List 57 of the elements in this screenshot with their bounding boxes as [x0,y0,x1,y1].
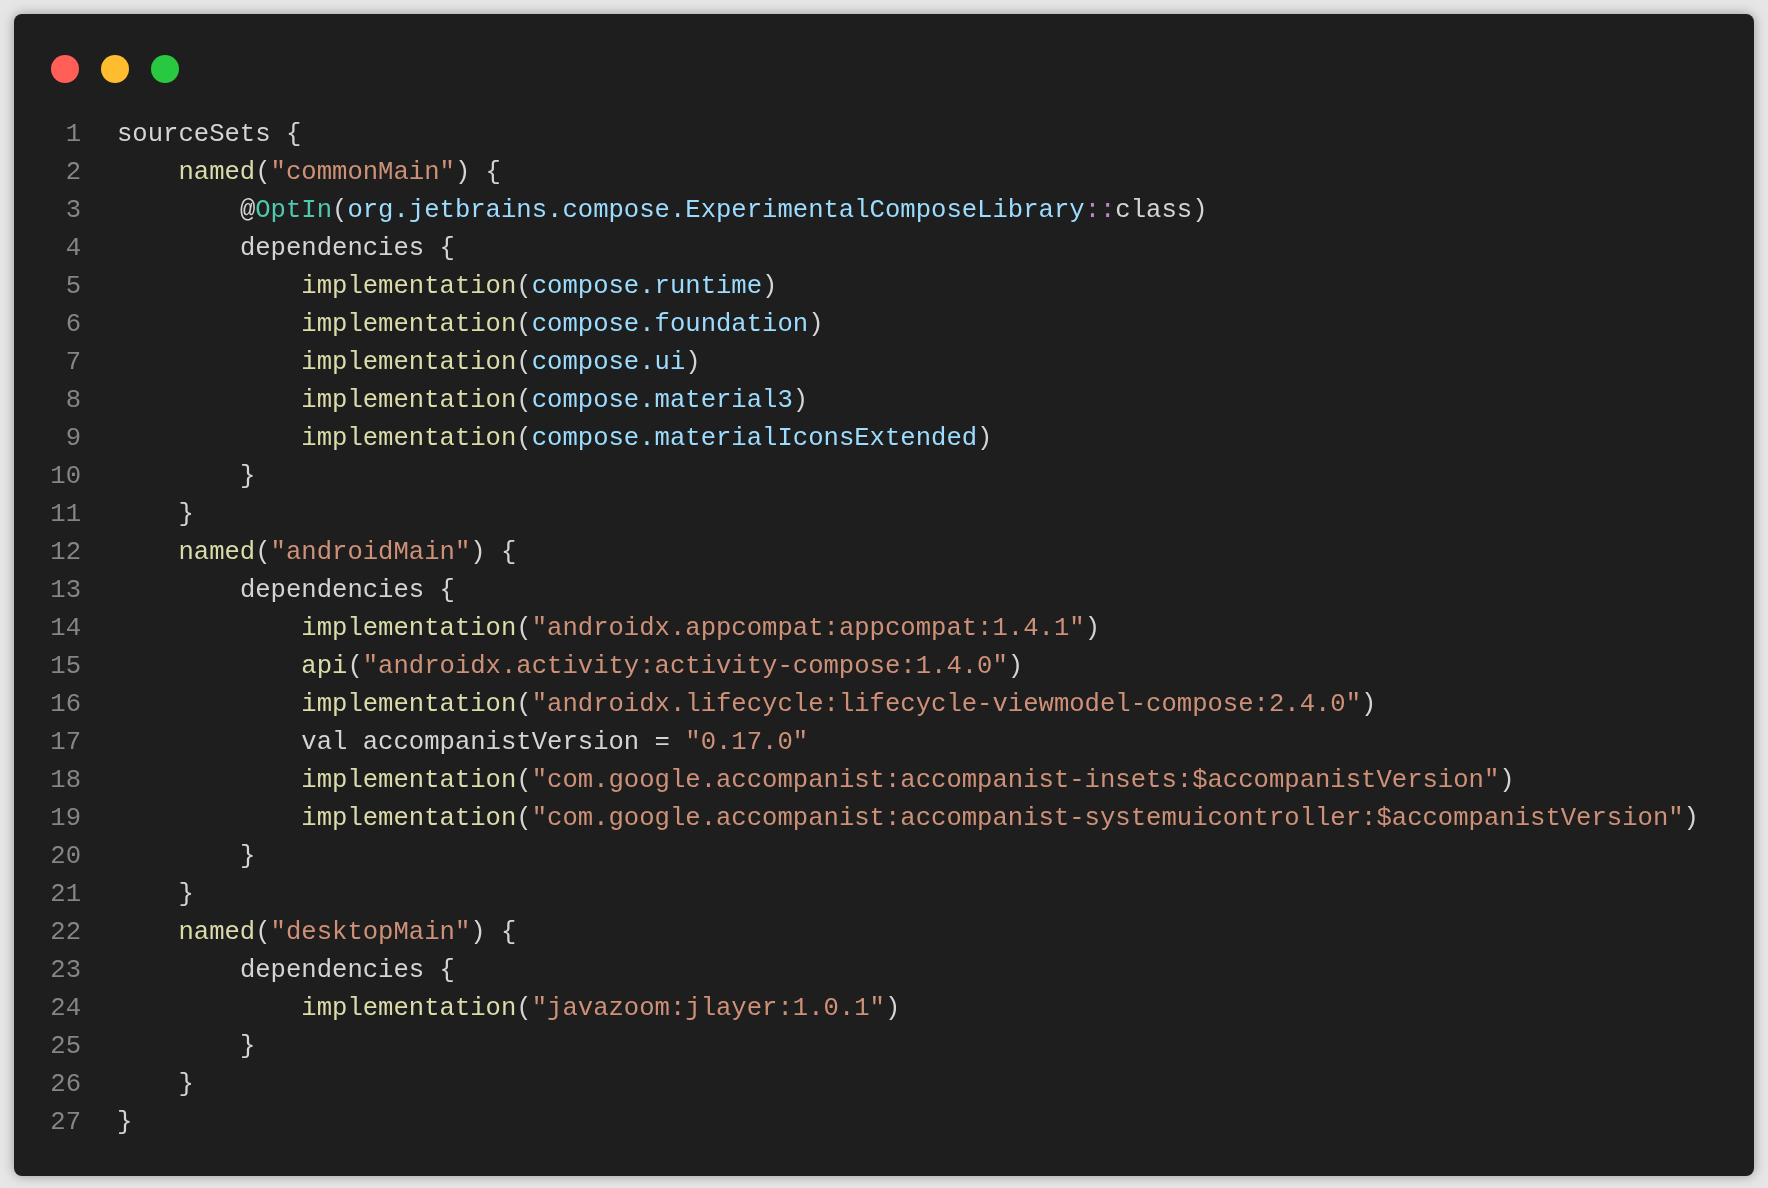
code-line: api("androidx.activity:activity-compose:1.4.0") [300,651,1024,683]
line-number: 21 [49,879,81,911]
code-line: @OptIn(org.jetbrains.compose.ExperimentalComposeLibrary::class) [238,195,1208,227]
line-number: 10 [49,461,81,493]
line-number: 12 [49,537,81,569]
line-number: 23 [49,955,81,987]
line-number: 5 [64,271,81,303]
code-line: implementation(compose.ui) [300,347,701,379]
code-line: implementation("com.google.accompanist:accompanist-insets:$accompanistVersion") [300,765,1515,797]
code-line: dependencies { [238,575,455,607]
line-number: 27 [49,1107,81,1139]
code-line: } [177,499,194,531]
line-number: 4 [64,233,81,265]
line-number: 8 [64,385,81,417]
code-line: implementation(compose.runtime) [300,271,778,303]
code-line: sourceSets { [117,119,302,151]
line-number: 17 [49,727,81,759]
close-button[interactable] [51,55,79,83]
line-number: 22 [49,917,81,949]
code-line: named("androidMain") { [177,537,517,569]
code-line: } [238,461,256,493]
line-number: 3 [64,195,81,227]
code-line: named("commonMain") { [177,157,501,189]
code-line: } [238,841,256,873]
line-number: 16 [49,689,81,721]
line-number: 11 [49,499,81,531]
code-line: named("desktopMain") { [177,917,517,949]
line-number: 18 [49,765,81,797]
code-line: implementation(compose.materialIconsExtended) [300,423,993,455]
line-number: 6 [64,309,81,341]
minimize-button[interactable] [101,55,129,83]
line-number: 7 [64,347,81,379]
code-line: } [117,1107,133,1139]
code-line: dependencies { [238,955,455,987]
code-line: implementation(compose.material3) [300,385,809,417]
code-line: implementation("javazoom:jlayer:1.0.1") [300,993,901,1025]
line-number: 20 [49,841,81,873]
code-line: dependencies { [238,233,455,265]
code-line: } [177,1069,194,1101]
line-number: 25 [49,1031,81,1063]
code-line: implementation("com.google.accompanist:accompanist-systemuicontroller:$accompanistVersion") [300,803,1699,835]
code-line: } [238,1031,256,1063]
line-number: 15 [49,651,81,683]
line-number: 13 [49,575,81,607]
line-number: 14 [49,613,81,645]
code-line: implementation("androidx.lifecycle:lifecycle-viewmodel-compose:2.4.0") [300,689,1377,721]
code-line: val accompanistVersion = "0.17.0" [300,727,809,759]
line-number: 24 [49,993,81,1025]
line-number: 26 [49,1069,81,1101]
code-line: implementation("androidx.appcompat:appcompat:1.4.1") [300,613,1100,645]
code-line: implementation(compose.foundation) [300,309,824,341]
zoom-button[interactable] [151,55,179,83]
line-number: 19 [49,803,81,835]
code-line: } [177,879,194,911]
line-number: 2 [64,157,81,189]
line-number: 1 [64,119,81,151]
line-number: 9 [64,423,81,455]
